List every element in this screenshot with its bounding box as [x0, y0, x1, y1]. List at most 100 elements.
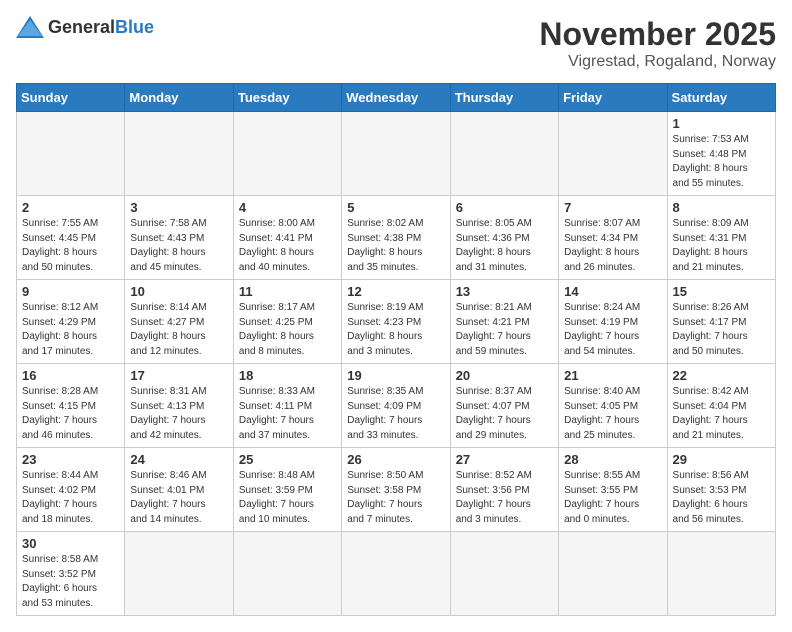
- calendar-day-cell: 11Sunrise: 8:17 AM Sunset: 4:25 PM Dayli…: [233, 280, 341, 364]
- day-info: Sunrise: 8:07 AM Sunset: 4:34 PM Dayligh…: [564, 217, 661, 275]
- logo-general: General: [48, 17, 115, 37]
- day-number: 30: [22, 536, 119, 551]
- day-info: Sunrise: 8:19 AM Sunset: 4:23 PM Dayligh…: [347, 301, 444, 359]
- calendar-week-row: 30 Sunrise: 8:58 AM Sunset: 3:52 PM Dayli…: [17, 532, 776, 616]
- day-info: Sunrise: 8:42 AM Sunset: 4:04 PM Dayligh…: [673, 385, 770, 443]
- title-area: November 2025 Vigrestad, Rogaland, Norwa…: [539, 16, 776, 71]
- calendar-day-cell: 5Sunrise: 8:02 AM Sunset: 4:38 PM Daylig…: [342, 196, 450, 280]
- day-info: Sunrise: 8:46 AM Sunset: 4:01 PM Dayligh…: [130, 469, 227, 527]
- calendar-day-cell: 23 Sunrise: 8:44 AM Sunset: 4:02 PM Dayli…: [17, 448, 125, 532]
- day-number: 25: [239, 452, 336, 467]
- calendar-day-cell: 6 Sunrise: 8:05 AM Sunset: 4:36 PM Daylig…: [450, 196, 558, 280]
- day-number: 2: [22, 200, 119, 215]
- day-number: 28: [564, 452, 661, 467]
- day-info: Sunrise: 8:56 AM Sunset: 3:53 PM Dayligh…: [673, 469, 770, 527]
- day-info: Sunrise: 8:02 AM Sunset: 4:38 PM Dayligh…: [347, 217, 444, 275]
- day-number: 19: [347, 368, 444, 383]
- calendar-day-cell: 19 Sunrise: 8:35 AM Sunset: 4:09 PM Dayli…: [342, 364, 450, 448]
- day-info: Sunrise: 8:00 AM Sunset: 4:41 PM Dayligh…: [239, 217, 336, 275]
- day-number: 4: [239, 200, 336, 215]
- day-info: Sunrise: 7:53 AM Sunset: 4:48 PM Dayligh…: [673, 133, 770, 191]
- day-number: 14: [564, 284, 661, 299]
- day-info: Sunrise: 7:55 AM Sunset: 4:45 PM Dayligh…: [22, 217, 119, 275]
- day-info: Sunrise: 8:31 AM Sunset: 4:13 PM Dayligh…: [130, 385, 227, 443]
- day-number: 13: [456, 284, 553, 299]
- day-info: Sunrise: 8:09 AM Sunset: 4:31 PM Dayligh…: [673, 217, 770, 275]
- calendar-week-row: 9Sunrise: 8:12 AM Sunset: 4:29 PM Daylig…: [17, 280, 776, 364]
- calendar-day-cell: [559, 532, 667, 616]
- day-info: Sunrise: 8:35 AM Sunset: 4:09 PM Dayligh…: [347, 385, 444, 443]
- day-info: Sunrise: 8:24 AM Sunset: 4:19 PM Dayligh…: [564, 301, 661, 359]
- calendar-day-cell: 25Sunrise: 8:48 AM Sunset: 3:59 PM Dayli…: [233, 448, 341, 532]
- calendar-header-row: SundayMondayTuesdayWednesdayThursdayFrid…: [17, 84, 776, 112]
- day-info: Sunrise: 8:55 AM Sunset: 3:55 PM Dayligh…: [564, 469, 661, 527]
- day-number: 26: [347, 452, 444, 467]
- day-info: Sunrise: 8:21 AM Sunset: 4:21 PM Dayligh…: [456, 301, 553, 359]
- calendar-day-cell: 9Sunrise: 8:12 AM Sunset: 4:29 PM Daylig…: [17, 280, 125, 364]
- day-info: Sunrise: 8:44 AM Sunset: 4:02 PM Dayligh…: [22, 469, 119, 527]
- day-number: 27: [456, 452, 553, 467]
- day-number: 1: [673, 116, 770, 131]
- calendar-day-cell: 17 Sunrise: 8:31 AM Sunset: 4:13 PM Dayli…: [125, 364, 233, 448]
- calendar-week-row: 23 Sunrise: 8:44 AM Sunset: 4:02 PM Dayli…: [17, 448, 776, 532]
- weekday-header: Friday: [559, 84, 667, 112]
- day-number: 6: [456, 200, 553, 215]
- day-number: 3: [130, 200, 227, 215]
- day-number: 8: [673, 200, 770, 215]
- calendar-day-cell: [450, 112, 558, 196]
- calendar-day-cell: [342, 112, 450, 196]
- day-number: 16: [22, 368, 119, 383]
- day-number: 10: [130, 284, 227, 299]
- day-number: 18: [239, 368, 336, 383]
- location-title: Vigrestad, Rogaland, Norway: [539, 53, 776, 71]
- day-info: Sunrise: 8:37 AM Sunset: 4:07 PM Dayligh…: [456, 385, 553, 443]
- calendar-day-cell: [342, 532, 450, 616]
- calendar-week-row: 1 Sunrise: 7:53 AM Sunset: 4:48 PM Daylig…: [17, 112, 776, 196]
- calendar-day-cell: 1 Sunrise: 7:53 AM Sunset: 4:48 PM Daylig…: [667, 112, 775, 196]
- day-number: 20: [456, 368, 553, 383]
- calendar-day-cell: 26Sunrise: 8:50 AM Sunset: 3:58 PM Dayli…: [342, 448, 450, 532]
- calendar-day-cell: 22 Sunrise: 8:42 AM Sunset: 4:04 PM Dayli…: [667, 364, 775, 448]
- calendar-day-cell: 3 Sunrise: 7:58 AM Sunset: 4:43 PM Daylig…: [125, 196, 233, 280]
- day-number: 22: [673, 368, 770, 383]
- calendar-day-cell: 27 Sunrise: 8:52 AM Sunset: 3:56 PM Dayli…: [450, 448, 558, 532]
- day-info: Sunrise: 7:58 AM Sunset: 4:43 PM Dayligh…: [130, 217, 227, 275]
- weekday-header: Sunday: [17, 84, 125, 112]
- calendar-day-cell: 14 Sunrise: 8:24 AM Sunset: 4:19 PM Dayli…: [559, 280, 667, 364]
- logo-icon: [16, 16, 44, 38]
- day-number: 23: [22, 452, 119, 467]
- weekday-header: Wednesday: [342, 84, 450, 112]
- day-info: Sunrise: 8:05 AM Sunset: 4:36 PM Dayligh…: [456, 217, 553, 275]
- day-info: Sunrise: 8:28 AM Sunset: 4:15 PM Dayligh…: [22, 385, 119, 443]
- day-info: Sunrise: 8:33 AM Sunset: 4:11 PM Dayligh…: [239, 385, 336, 443]
- calendar-day-cell: 10Sunrise: 8:14 AM Sunset: 4:27 PM Dayli…: [125, 280, 233, 364]
- calendar-week-row: 16 Sunrise: 8:28 AM Sunset: 4:15 PM Dayli…: [17, 364, 776, 448]
- calendar-day-cell: 20 Sunrise: 8:37 AM Sunset: 4:07 PM Dayli…: [450, 364, 558, 448]
- day-info: Sunrise: 8:26 AM Sunset: 4:17 PM Dayligh…: [673, 301, 770, 359]
- calendar-day-cell: [559, 112, 667, 196]
- calendar-day-cell: [667, 532, 775, 616]
- day-info: Sunrise: 8:52 AM Sunset: 3:56 PM Dayligh…: [456, 469, 553, 527]
- calendar-day-cell: 30 Sunrise: 8:58 AM Sunset: 3:52 PM Dayli…: [17, 532, 125, 616]
- calendar-day-cell: [450, 532, 558, 616]
- day-number: 24: [130, 452, 227, 467]
- calendar-day-cell: 13 Sunrise: 8:21 AM Sunset: 4:21 PM Dayli…: [450, 280, 558, 364]
- day-number: 17: [130, 368, 227, 383]
- calendar-day-cell: [125, 112, 233, 196]
- day-number: 11: [239, 284, 336, 299]
- weekday-header: Saturday: [667, 84, 775, 112]
- calendar-week-row: 2 Sunrise: 7:55 AM Sunset: 4:45 PM Daylig…: [17, 196, 776, 280]
- calendar-day-cell: 29Sunrise: 8:56 AM Sunset: 3:53 PM Dayli…: [667, 448, 775, 532]
- day-number: 7: [564, 200, 661, 215]
- day-number: 9: [22, 284, 119, 299]
- logo: GeneralBlue: [16, 16, 154, 38]
- logo-text: GeneralBlue: [48, 17, 154, 38]
- calendar-day-cell: 24 Sunrise: 8:46 AM Sunset: 4:01 PM Dayli…: [125, 448, 233, 532]
- calendar-day-cell: [233, 112, 341, 196]
- weekday-header: Thursday: [450, 84, 558, 112]
- calendar-day-cell: 18 Sunrise: 8:33 AM Sunset: 4:11 PM Dayli…: [233, 364, 341, 448]
- weekday-header: Monday: [125, 84, 233, 112]
- day-info: Sunrise: 8:58 AM Sunset: 3:52 PM Dayligh…: [22, 553, 119, 611]
- page-header: GeneralBlue November 2025 Vigrestad, Rog…: [16, 16, 776, 71]
- day-info: Sunrise: 8:40 AM Sunset: 4:05 PM Dayligh…: [564, 385, 661, 443]
